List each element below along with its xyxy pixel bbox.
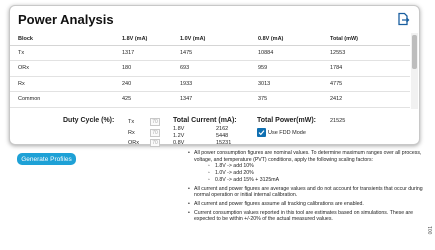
notes-list: All power consumption figures are nomina… bbox=[187, 150, 427, 223]
column-header: 0.8V (mA) bbox=[250, 33, 322, 46]
fdd-mode-label: Use FDD Mode bbox=[268, 129, 306, 136]
total-current-row-0v8: 0.8V 15231 bbox=[173, 140, 231, 147]
table-cell: 2412 bbox=[322, 91, 410, 108]
total-current-row-1v8: 1.8V 2162 bbox=[173, 126, 228, 133]
note-subitem: 0.8V -> add 15% + 3125mA bbox=[187, 177, 427, 184]
table-cell: 10884 bbox=[250, 45, 322, 61]
note-item: All power consumption figures are nomina… bbox=[187, 150, 427, 163]
voltage-label: 1.2V bbox=[173, 133, 185, 139]
table-cell: 1784 bbox=[322, 60, 410, 77]
note-item: Current consumption values reported in t… bbox=[187, 210, 427, 223]
table-cell: Rx bbox=[10, 76, 114, 92]
table-row: Common 425 1347 375 2412 bbox=[10, 91, 410, 108]
table-cell: 1475 bbox=[172, 45, 250, 61]
table-row: Rx 240 1933 3013 4775 bbox=[10, 76, 410, 92]
table-row: ORx 180 693 959 1784 bbox=[10, 60, 410, 77]
generate-profiles-button[interactable]: Generate Profiles bbox=[17, 153, 76, 165]
note-subitem: 1.8V -> add 10% bbox=[187, 163, 427, 170]
table-header-row: Block 1.8V (mA) 1.0V (mA) 0.8V (mA) Tota… bbox=[10, 33, 410, 46]
scrollbar-thumb[interactable] bbox=[412, 35, 417, 69]
duty-cycle-orx-label: ORx bbox=[128, 139, 139, 146]
duty-cycle-label: Duty Cycle (%): bbox=[63, 117, 115, 124]
fdd-mode-toggle[interactable]: Use FDD Mode bbox=[257, 128, 306, 137]
total-power-label: Total Power(mW): bbox=[257, 117, 316, 124]
total-power-value: 21525 bbox=[330, 118, 346, 124]
side-code-text: 001 bbox=[428, 226, 434, 235]
table-cell: 4775 bbox=[322, 76, 410, 92]
table-cell: 12553 bbox=[322, 45, 410, 61]
note-item: All current and power figures are averag… bbox=[187, 186, 427, 199]
duty-cycle-rx-input[interactable]: 70 bbox=[150, 128, 160, 137]
duty-cycle-rx-label: Rx bbox=[128, 129, 135, 136]
fdd-mode-checkbox[interactable] bbox=[257, 128, 266, 137]
table-cell: 959 bbox=[250, 60, 322, 77]
power-table-wrapper: Block 1.8V (mA) 1.0V (mA) 0.8V (mA) Tota… bbox=[10, 33, 419, 109]
duty-cycle-row-orx: ORx 70 bbox=[128, 138, 160, 147]
panel-title: Power Analysis bbox=[18, 12, 114, 27]
column-header: Block bbox=[10, 33, 114, 46]
table-cell: 1347 bbox=[172, 91, 250, 108]
duty-cycle-row-rx: Rx 70 bbox=[128, 128, 160, 137]
duty-cycle-row-tx: Tx 70 bbox=[128, 117, 160, 126]
note-item: All current and power figures assume all… bbox=[187, 201, 427, 208]
table-cell: 240 bbox=[114, 76, 172, 92]
table-cell: 693 bbox=[172, 60, 250, 77]
table-cell: Common bbox=[10, 91, 114, 108]
table-cell: Tx bbox=[10, 45, 114, 61]
current-value: 5448 bbox=[216, 133, 229, 139]
table-cell: 1933 bbox=[172, 76, 250, 92]
table-cell: 180 bbox=[114, 60, 172, 77]
current-value: 15231 bbox=[216, 140, 232, 146]
duty-cycle-tx-input[interactable]: 70 bbox=[150, 117, 160, 126]
table-cell: 425 bbox=[114, 91, 172, 108]
table-cell: 1317 bbox=[114, 45, 172, 61]
table-cell: ORx bbox=[10, 60, 114, 77]
table-cell: 375 bbox=[250, 91, 322, 108]
column-header: 1.8V (mA) bbox=[114, 33, 172, 46]
table-row: Tx 1317 1475 10884 12553 bbox=[10, 45, 410, 61]
table-scrollbar[interactable] bbox=[411, 33, 418, 109]
note-subitem: 1.0V -> add 20% bbox=[187, 170, 427, 177]
summary-section: Duty Cycle (%): Tx 70 Rx 70 ORx 70 Total… bbox=[10, 114, 419, 147]
power-table: Block 1.8V (mA) 1.0V (mA) 0.8V (mA) Tota… bbox=[10, 33, 410, 108]
total-current-label: Total Current (mA): bbox=[173, 117, 237, 124]
column-header: Total (mW) bbox=[322, 33, 410, 46]
column-header: 1.0V (mA) bbox=[172, 33, 250, 46]
export-icon[interactable] bbox=[396, 12, 410, 26]
checkmark-icon bbox=[258, 130, 265, 136]
voltage-label: 0.8V bbox=[173, 140, 185, 146]
duty-cycle-tx-label: Tx bbox=[128, 118, 135, 125]
power-analysis-panel: Power Analysis Block 1.8V (mA) 1.0V (mA)… bbox=[9, 5, 420, 147]
current-value: 2162 bbox=[216, 126, 229, 132]
voltage-label: 1.8V bbox=[173, 126, 185, 132]
table-cell: 3013 bbox=[250, 76, 322, 92]
total-current-row-1v2: 1.2V 5448 bbox=[173, 133, 228, 140]
duty-cycle-orx-input[interactable]: 70 bbox=[150, 138, 160, 147]
